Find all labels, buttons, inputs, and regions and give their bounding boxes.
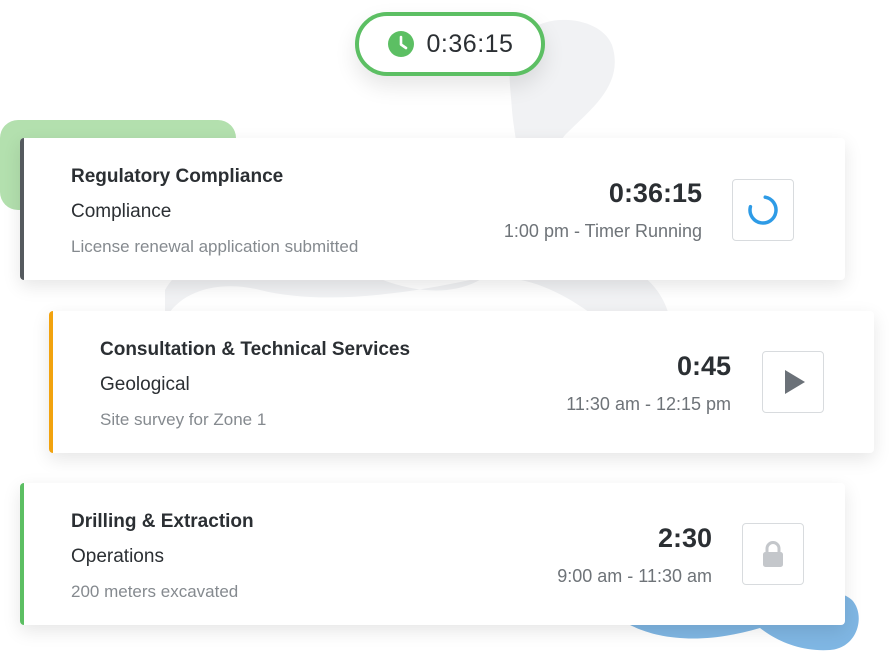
time-entry-card[interactable]: Drilling & Extraction Operations 200 met… [20,483,845,625]
accent-bar [20,483,24,625]
lock-icon [763,541,783,567]
entry-time-range: 1:00 pm - Timer Running [503,221,702,241]
accent-bar [20,138,24,280]
entry-title: Drilling & Extraction [71,511,254,532]
entry-title: Consultation & Technical Services [100,339,411,360]
accent-bar [49,311,53,453]
entry-duration: 0:36:15 [608,178,702,208]
entry-duration: 2:30 [657,523,712,553]
active-timer-badge[interactable]: 0:36:15 [355,12,545,76]
time-entry-card[interactable]: Regulatory Compliance Compliance License… [20,138,845,280]
entry-category: Operations [71,546,164,567]
timer-running-button[interactable] [732,179,794,241]
lock-button[interactable] [742,523,804,585]
play-icon [785,370,805,394]
entry-time-range: 9:00 am - 11:30 am [557,566,712,586]
clock-icon [387,31,414,57]
entry-description: Site survey for Zone 1 [100,410,267,429]
active-timer-time: 0:36:15 [426,29,514,58]
entry-time-range: 11:30 am - 12:15 pm [566,394,731,414]
entry-category: Geological [100,374,190,395]
time-entry-card[interactable]: Consultation & Technical Services Geolog… [49,311,874,453]
entry-duration: 0:45 [676,351,731,381]
entry-category: Compliance [71,201,172,222]
entry-description: 200 meters excavated [71,582,239,601]
entry-title: Regulatory Compliance [71,166,284,187]
timer-running-spinner-icon [748,195,778,225]
play-button[interactable] [762,351,824,413]
entry-description: License renewal application submitted [71,237,359,256]
